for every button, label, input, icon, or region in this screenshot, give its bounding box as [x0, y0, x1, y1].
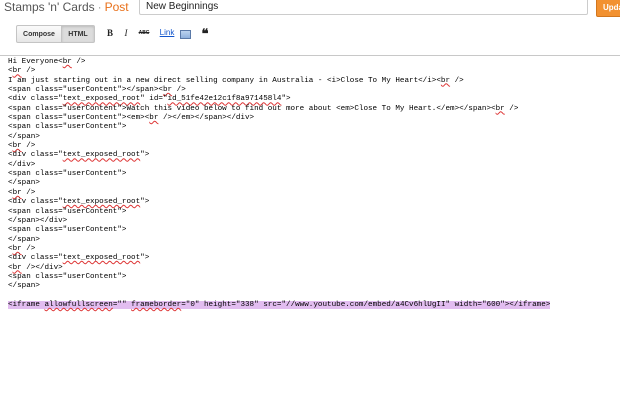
- breadcrumb-separator: ·: [97, 0, 102, 14]
- code-line: <br />: [8, 244, 36, 253]
- compose-tab[interactable]: Compose: [16, 25, 62, 43]
- code-line: <br />: [8, 188, 36, 197]
- code-line: <br />: [8, 67, 36, 76]
- strikethrough-button[interactable]: ABC: [136, 26, 152, 40]
- top-bar: Stamps 'n' Cards · Post New Beginnings Upd…: [0, 0, 620, 21]
- blog-breadcrumb: Stamps 'n' Cards · Post: [4, 0, 129, 14]
- code-line: <span class="userContent"></span><br />: [8, 86, 186, 95]
- code-line: I am just starting out in a new direct s…: [8, 76, 464, 85]
- code-line: <br />: [8, 142, 36, 151]
- code-line: <iframe allowfullscreen="" frameborder="…: [8, 300, 551, 309]
- link-button[interactable]: Link: [157, 26, 177, 40]
- code-line: </span>: [8, 282, 40, 291]
- code-line: <span class="userContent"><em><br /></em…: [8, 114, 255, 123]
- code-line: </span>: [8, 132, 40, 141]
- mode-tabs: Compose HTML: [16, 25, 95, 43]
- html-source[interactable]: Hi Everyone<br /> <br /> I am just startin…: [8, 58, 551, 310]
- code-line: </span>: [8, 235, 40, 244]
- code-line: <span class="userContent">: [8, 226, 127, 235]
- html-editor[interactable]: Hi Everyone<br /> <br /> I am just startin…: [0, 55, 620, 408]
- code-line: <span class="userContent">: [8, 123, 127, 132]
- code-line: <span class="userContent">Watch this vid…: [8, 104, 519, 113]
- insert-image-button[interactable]: [179, 26, 191, 40]
- code-line: <span class="userContent">: [8, 272, 127, 281]
- code-line: <span class="userContent">: [8, 170, 127, 179]
- html-tab[interactable]: HTML: [62, 25, 95, 43]
- code-line: Hi Everyone<br />: [8, 58, 86, 66]
- post-title-input[interactable]: New Beginnings: [139, 0, 588, 15]
- section-label: Post: [104, 0, 129, 14]
- code-line: <div class="text_exposed_root">: [8, 254, 150, 263]
- code-line: <div class="text_exposed_root">: [8, 198, 150, 207]
- code-line: </div>: [8, 160, 36, 169]
- image-icon: [180, 30, 191, 39]
- code-line: </span>: [8, 179, 40, 188]
- code-line: <div class="text_exposed_root" id="id_51…: [8, 95, 291, 104]
- blog-name[interactable]: Stamps 'n' Cards: [4, 0, 95, 14]
- editor-toolbar: Compose HTML B I ABC Link ❝: [0, 21, 620, 47]
- code-line: <br /></div>: [8, 263, 63, 272]
- code-line: <div class="text_exposed_root">: [8, 151, 150, 160]
- italic-button[interactable]: I: [121, 26, 131, 40]
- bold-button[interactable]: B: [105, 26, 115, 40]
- code-line: <span class="userContent">: [8, 207, 127, 216]
- quote-button[interactable]: ❝: [199, 26, 211, 41]
- update-button[interactable]: Upda: [596, 0, 620, 17]
- code-line: </span></div>: [8, 216, 68, 225]
